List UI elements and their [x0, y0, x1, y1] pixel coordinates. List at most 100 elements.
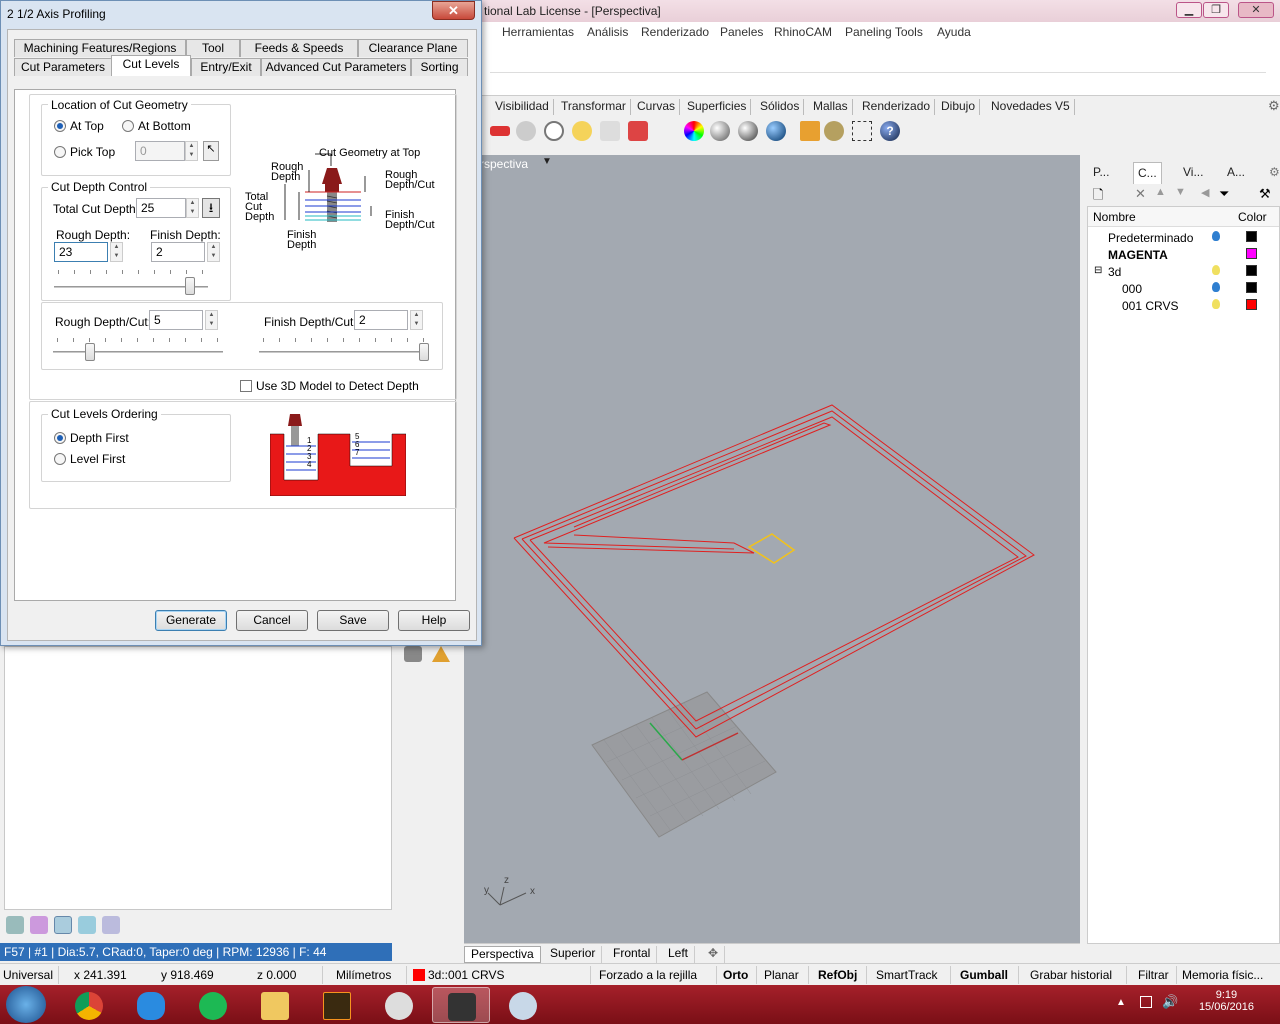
light-bulb-icon[interactable] [1212, 265, 1220, 275]
color-wheel-icon[interactable] [684, 121, 704, 141]
finish-slider-thumb[interactable] [419, 343, 429, 361]
depth-first-label[interactable]: Depth First [70, 431, 129, 445]
cancel-button[interactable]: Cancel [236, 610, 308, 631]
tab-layers[interactable]: C... [1133, 162, 1162, 184]
tab-transformar[interactable]: Transformar [557, 99, 631, 115]
use-3d-model-checkbox[interactable] [240, 380, 252, 392]
menu-paneling-tools[interactable]: Paneling Tools [845, 25, 923, 39]
delete-icon[interactable]: ✕ [1135, 186, 1146, 202]
layer-color-swatch[interactable] [1246, 282, 1257, 293]
viewport-title-bar[interactable]: rspectiva ▼ [480, 155, 1080, 173]
col-name[interactable]: Nombre [1093, 210, 1136, 224]
clock[interactable]: 9:19 15/06/2016 [1199, 989, 1254, 1013]
tab-feeds-speeds[interactable]: Feeds & Speeds [240, 39, 358, 57]
status-orto[interactable]: Orto [723, 968, 748, 982]
tab-superficies[interactable]: Superficies [683, 99, 752, 115]
layer-row[interactable]: 001 CRVS [1088, 297, 1279, 314]
layer-row[interactable]: Predeterminado [1088, 229, 1279, 246]
paint-icon[interactable] [628, 121, 648, 141]
at-top-label[interactable]: At Top [70, 119, 104, 133]
pick-top-input[interactable]: 0 [135, 141, 185, 161]
taskbar-ie[interactable] [122, 987, 180, 1023]
tab-renderizado[interactable]: Renderizado [858, 99, 936, 115]
status-layer[interactable]: 3d::001 CRVS [428, 968, 505, 982]
command-history-area[interactable] [480, 42, 1280, 96]
taskbar-paint[interactable] [494, 987, 552, 1023]
sphere-gray-icon[interactable] [710, 121, 730, 141]
pick-top-label[interactable]: Pick Top [70, 145, 115, 159]
volume-icon[interactable]: 🔊 [1162, 994, 1178, 1010]
status-memory[interactable]: Memoria físic... [1182, 968, 1263, 982]
rough-depth-cut-input[interactable]: 5 [149, 310, 203, 330]
finish-depth-spinner[interactable]: ▲ ▼ [207, 242, 220, 262]
stock-icon[interactable] [102, 916, 120, 934]
layer-color-swatch[interactable] [1246, 248, 1257, 259]
status-gumball[interactable]: Gumball [960, 968, 1008, 982]
car-icon[interactable] [490, 126, 510, 136]
light-bulb-icon[interactable] [1212, 299, 1220, 309]
move-down-icon[interactable]: ▼ [1175, 186, 1186, 198]
tab-clearance-plane[interactable]: Clearance Plane [358, 39, 468, 57]
tray-expand-icon[interactable]: ▲ [1116, 997, 1126, 1008]
at-bottom-label[interactable]: At Bottom [138, 119, 191, 133]
layer-row[interactable]: 3d ⊟ [1088, 263, 1279, 280]
tab-sorting[interactable]: Sorting [411, 58, 468, 76]
tab-views[interactable]: Vi... [1179, 162, 1207, 184]
spotlight-icon[interactable] [800, 121, 820, 141]
menu-paneles[interactable]: Paneles [720, 25, 763, 39]
menu-ayuda[interactable]: Ayuda [937, 25, 971, 39]
layer-color-swatch[interactable] [1246, 299, 1257, 310]
maximize-button[interactable]: ❐ [1203, 2, 1229, 18]
rough-depth-cut-spinner[interactable]: ▲ ▼ [205, 310, 218, 330]
layer-name[interactable]: 001 CRVS [1122, 299, 1178, 313]
frame-icon[interactable] [852, 121, 872, 141]
minimize-button[interactable]: ▁ [1176, 2, 1202, 18]
dialog-close-button[interactable]: ✕ [432, 1, 475, 20]
viewport-perspective[interactable]: x z y [464, 155, 1080, 943]
tool-icon[interactable] [30, 916, 48, 934]
tab-cut-parameters[interactable]: Cut Parameters [14, 58, 112, 76]
layer-name[interactable]: 3d [1108, 265, 1121, 279]
start-button-icon[interactable] [6, 986, 46, 1023]
level-first-radio[interactable] [54, 453, 66, 465]
save-button[interactable]: Save [317, 610, 389, 631]
menu-analisis[interactable]: Análisis [587, 25, 628, 39]
tools-icon[interactable]: ⚒ [1259, 186, 1271, 202]
layer-name[interactable]: Predeterminado [1108, 231, 1193, 245]
layer-name[interactable]: 000 [1122, 282, 1142, 296]
tab-left[interactable]: Left [662, 946, 696, 963]
status-units[interactable]: Milímetros [336, 968, 391, 982]
status-planar[interactable]: Planar [764, 968, 799, 982]
tab-cut-levels[interactable]: Cut Levels [111, 55, 191, 76]
add-viewport-icon[interactable]: ✥ [702, 946, 726, 963]
layer-color-swatch[interactable] [1246, 265, 1257, 276]
menu-herramientas[interactable]: Herramientas [502, 25, 574, 39]
finish-depth-cut-input[interactable]: 2 [354, 310, 408, 330]
layer-row[interactable]: MAGENTA [1088, 246, 1279, 263]
col-color[interactable]: Color [1238, 210, 1267, 224]
at-bottom-radio[interactable] [122, 120, 134, 132]
shape-icon[interactable] [404, 646, 422, 662]
taskbar-chrome[interactable] [60, 987, 118, 1023]
depth-first-radio[interactable] [54, 432, 66, 444]
move-up-icon[interactable]: ▲ [1155, 186, 1166, 198]
rough-depth-spinner[interactable]: ▲ ▼ [110, 242, 123, 262]
total-cut-depth-input[interactable]: 25 [136, 198, 186, 218]
taskbar-rhino[interactable] [432, 987, 490, 1023]
ring-icon[interactable] [544, 121, 564, 141]
at-top-radio[interactable] [54, 120, 66, 132]
texture-icon[interactable] [516, 121, 536, 141]
total-cut-depth-spinner[interactable]: ▲ ▼ [186, 198, 199, 218]
tab-novedades-v5[interactable]: Novedades V5 [987, 99, 1075, 115]
tab-properties[interactable]: P... [1089, 162, 1113, 184]
machine-icon[interactable] [6, 916, 24, 934]
pick-cursor-icon[interactable]: ↖ [203, 141, 219, 161]
layer-name[interactable]: MAGENTA [1108, 248, 1168, 262]
layer-row[interactable]: 000 [1088, 280, 1279, 297]
status-cplane[interactable]: Universal [3, 968, 53, 982]
tab-curvas[interactable]: Curvas [633, 99, 681, 115]
use-3d-model-label[interactable]: Use 3D Model to Detect Depth [256, 379, 419, 393]
panel-gear-icon[interactable]: ⚙ [1265, 162, 1280, 184]
light-bulb-icon[interactable] [572, 121, 592, 141]
depth-slider-thumb[interactable] [185, 277, 195, 295]
